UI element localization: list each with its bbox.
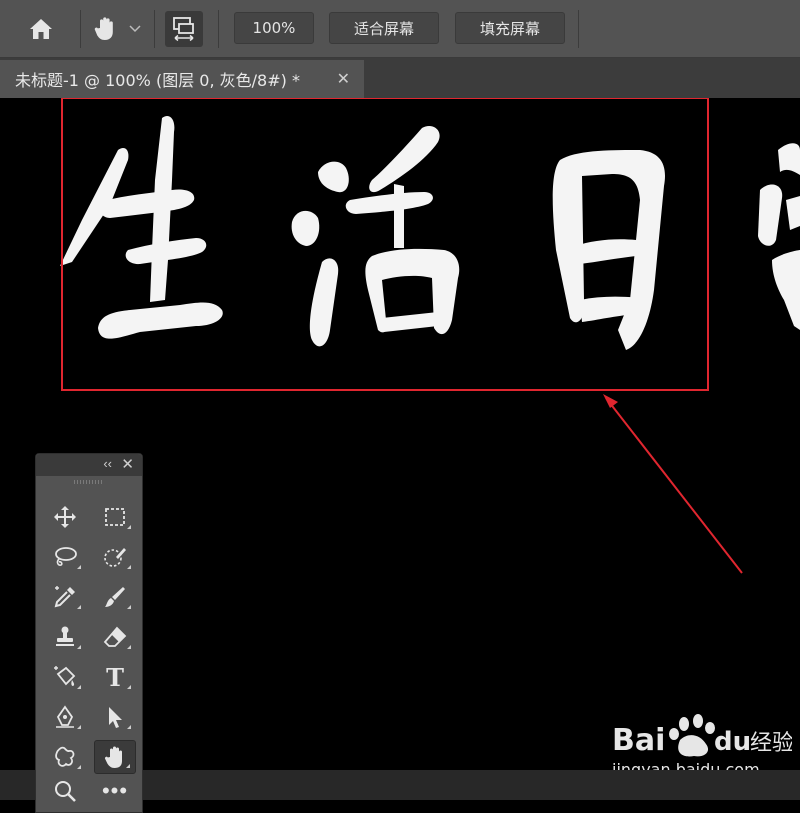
panel-grip[interactable]	[74, 480, 104, 484]
fit-screen-button[interactable]: 适合屏幕	[329, 12, 439, 44]
zoom-tool-icon[interactable]	[44, 774, 86, 808]
options-bar: 100% 适合屏幕 填充屏幕	[0, 0, 800, 58]
path-selection-tool-icon[interactable]	[94, 700, 136, 734]
type-tool-icon[interactable]: T	[94, 660, 136, 694]
zoom-100-button[interactable]: 100%	[234, 12, 314, 44]
pen-tool-icon[interactable]	[44, 700, 86, 734]
separator	[578, 10, 579, 48]
calligraphy-char-sheng	[60, 115, 223, 339]
home-icon[interactable]	[24, 14, 58, 44]
clone-stamp-tool-icon[interactable]	[44, 620, 86, 654]
fill-screen-button[interactable]: 填充屏幕	[455, 12, 565, 44]
close-icon[interactable]: ✕	[121, 455, 134, 473]
custom-shape-tool-icon[interactable]	[44, 740, 86, 774]
svg-text:Bai: Bai	[612, 723, 665, 758]
document-tab-bar: 未标题-1 @ 100% (图层 0, 灰色/8#) * ✕	[0, 58, 800, 98]
separator	[154, 10, 155, 48]
baidu-logo: Bai du 经验	[612, 714, 794, 758]
document-tab-title: 未标题-1 @ 100% (图层 0, 灰色/8#) *	[15, 71, 300, 90]
quick-selection-tool-icon[interactable]	[94, 540, 136, 574]
scroll-all-windows-icon[interactable]	[165, 11, 203, 47]
collapse-icon[interactable]: ‹‹	[103, 456, 112, 471]
eraser-tool-icon[interactable]	[94, 620, 136, 654]
calligraphy-char-huo	[291, 125, 460, 347]
more-tools-icon[interactable]: •••	[94, 774, 136, 808]
hand-tool-icon[interactable]	[94, 740, 136, 774]
brush-tool-icon[interactable]	[94, 580, 136, 614]
paint-bucket-tool-icon[interactable]	[44, 660, 86, 694]
svg-text:经验: 经验	[750, 731, 792, 756]
lasso-tool-icon[interactable]	[44, 540, 86, 574]
svg-text:du: du	[714, 727, 751, 757]
chevron-down-icon[interactable]	[126, 20, 144, 38]
document-tab[interactable]: 未标题-1 @ 100% (图层 0, 灰色/8#) * ✕	[0, 60, 364, 98]
hand-icon[interactable]	[90, 14, 120, 44]
move-tool-icon[interactable]	[44, 500, 86, 534]
separator	[80, 10, 81, 48]
annotation-arrow	[603, 394, 743, 574]
toolbox-panel: ‹‹ ✕ T •••	[35, 453, 143, 813]
calligraphy-char-ri	[552, 150, 665, 350]
close-icon[interactable]: ✕	[337, 69, 350, 88]
eyedropper-tool-icon[interactable]	[44, 580, 86, 614]
type-tool-glyph: T	[106, 662, 124, 692]
toolbox-header[interactable]: ‹‹ ✕	[36, 454, 142, 476]
marquee-tool-icon[interactable]	[94, 500, 136, 534]
calligraphy-char-chang	[758, 143, 800, 330]
separator	[218, 10, 219, 48]
